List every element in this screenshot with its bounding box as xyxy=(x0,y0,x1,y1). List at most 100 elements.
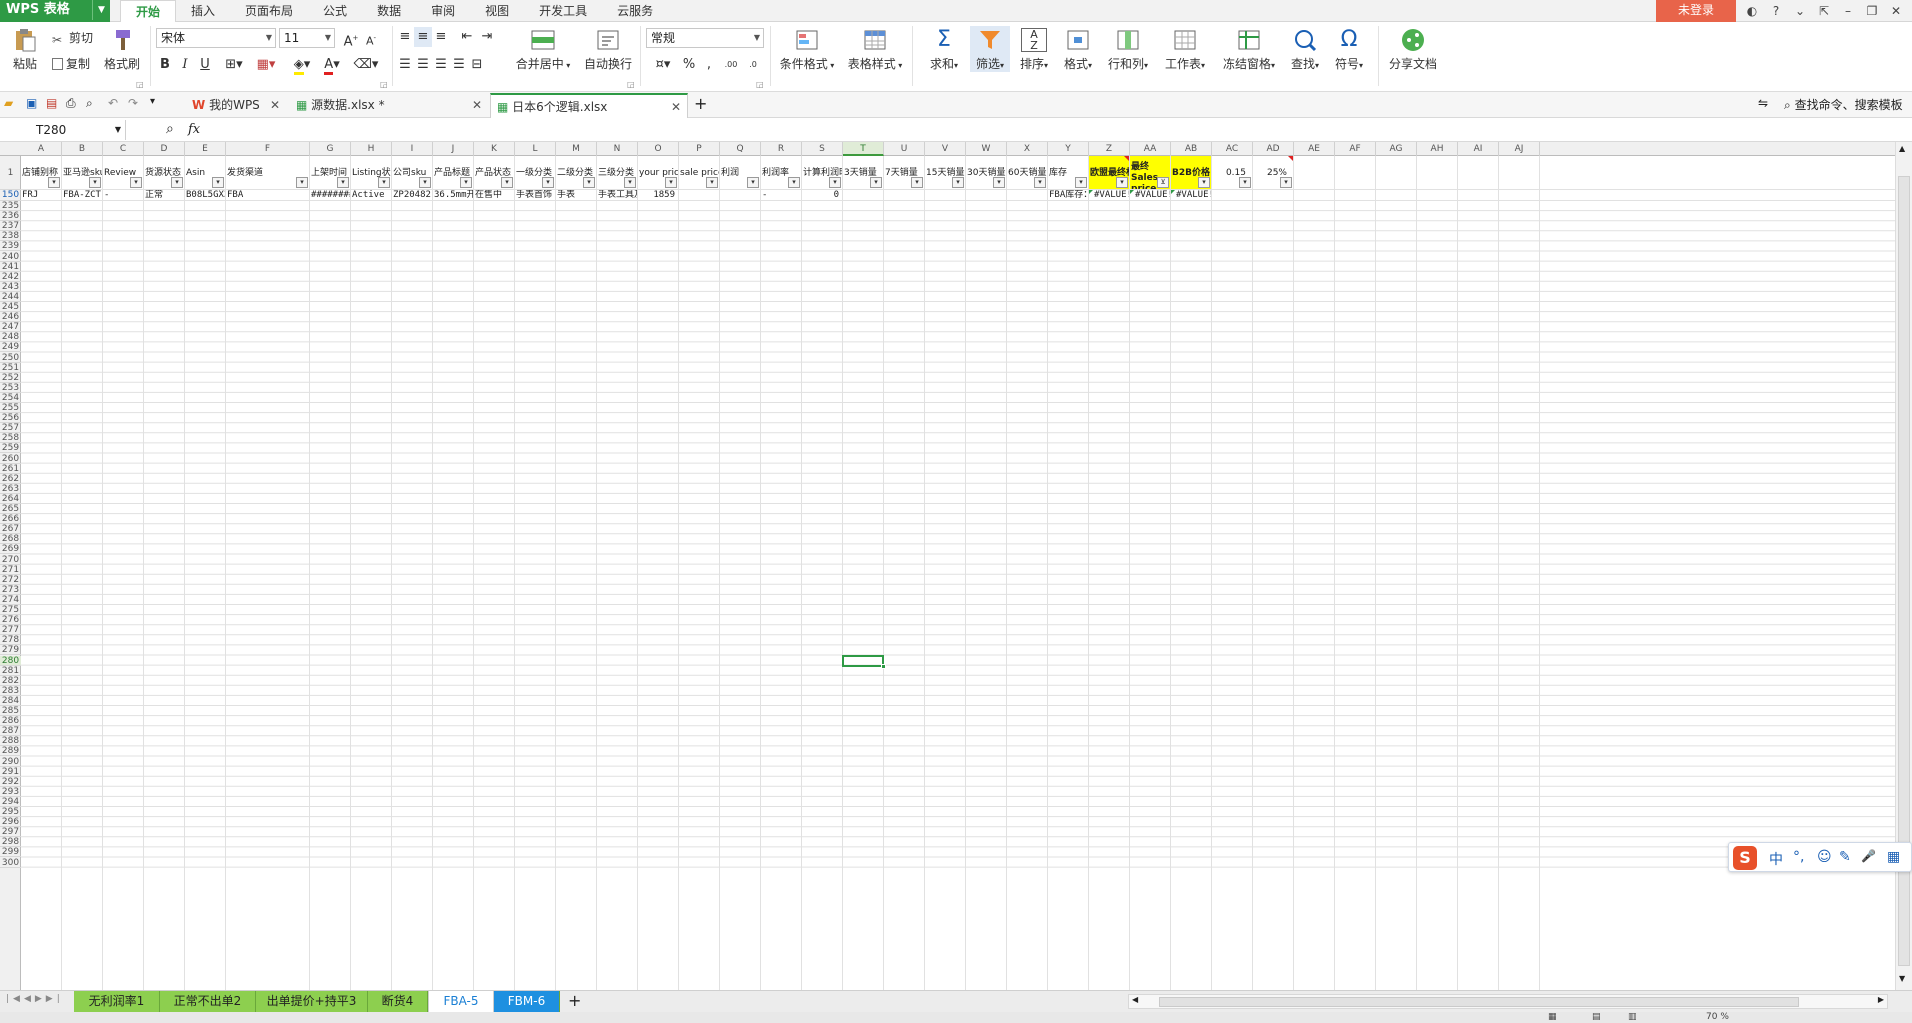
column-header[interactable]: J xyxy=(433,142,474,156)
row-header[interactable]: 295 xyxy=(0,807,21,818)
formula-input[interactable] xyxy=(220,120,1910,140)
row-header[interactable]: 263 xyxy=(0,484,21,494)
row-col-button[interactable]: 行和列▾ xyxy=(1104,26,1152,72)
data-cell[interactable]: ######### xyxy=(310,190,350,201)
fx-icon[interactable]: fx xyxy=(188,122,200,137)
row-header[interactable]: 264 xyxy=(0,494,21,504)
export-pdf-icon[interactable]: ▤ xyxy=(46,96,62,112)
row-header[interactable]: 299 xyxy=(0,847,21,858)
filter-dropdown-icon[interactable]: ▾ xyxy=(993,177,1005,188)
underline-icon[interactable]: U xyxy=(196,55,214,75)
clear-format-icon[interactable]: ⌫▾ xyxy=(352,55,380,75)
row-header[interactable]: 273 xyxy=(0,585,21,595)
row-header[interactable]: 286 xyxy=(0,716,21,727)
row-header[interactable]: 284 xyxy=(0,696,21,706)
row-header[interactable]: 241 xyxy=(0,262,21,272)
sheet-tab-out-of-stock[interactable]: 断货4 xyxy=(368,991,428,1013)
scroll-left-icon[interactable]: ◀ xyxy=(1132,995,1138,1004)
column-header[interactable]: AF xyxy=(1335,142,1376,156)
sheet-tab-raise-price[interactable]: 出单提价+持平3 xyxy=(256,991,368,1013)
data-cell[interactable]: FBA库存：10 xyxy=(1048,190,1088,201)
thousands-icon[interactable]: , xyxy=(700,55,718,75)
tab-source-data[interactable]: ▦ 源数据.xlsx * ✕ xyxy=(290,93,488,118)
conditional-format-button[interactable]: 条件格式 ▾ xyxy=(776,26,838,72)
column-header[interactable]: AH xyxy=(1417,142,1458,156)
data-cell[interactable]: 手表首饰 xyxy=(515,190,555,201)
filter-dropdown-icon[interactable]: ▾ xyxy=(1075,177,1087,188)
column-header[interactable]: G xyxy=(310,142,351,156)
sheet-tab-normal-no-order[interactable]: 正常不出单2 xyxy=(160,991,256,1013)
undo-icon[interactable]: ↶ xyxy=(108,96,124,112)
row-header[interactable]: 266 xyxy=(0,514,21,525)
worksheet-button[interactable]: 工作表▾ xyxy=(1160,26,1210,72)
row-header[interactable]: 289 xyxy=(0,746,21,757)
border-icon[interactable]: ⊞▾ xyxy=(220,55,248,75)
row-header[interactable]: 150 xyxy=(0,190,21,201)
row-header[interactable]: 300 xyxy=(0,858,21,868)
indent-decrease-icon[interactable]: ⇤ xyxy=(458,27,476,47)
column-header[interactable]: Y xyxy=(1048,142,1089,156)
freeze-panes-button[interactable]: 冻结窗格▾ xyxy=(1218,26,1280,72)
number-format-select[interactable]: 常规 ▼ xyxy=(646,28,764,48)
data-cell[interactable]: 36.5mm开表 xyxy=(433,190,473,201)
row-header[interactable]: 251 xyxy=(0,363,21,373)
row-header[interactable]: 262 xyxy=(0,474,21,484)
column-header[interactable]: K xyxy=(474,142,515,156)
tab-developer[interactable]: 开发工具 xyxy=(524,0,602,22)
login-button[interactable]: 未登录 xyxy=(1656,0,1736,22)
row-header[interactable]: 276 xyxy=(0,615,21,626)
row-header[interactable]: 293 xyxy=(0,787,21,797)
table-style-button[interactable]: 表格样式 ▾ xyxy=(844,26,906,72)
close-icon[interactable]: ✕ xyxy=(1884,0,1908,22)
row-header[interactable]: 259 xyxy=(0,443,21,454)
filter-dropdown-icon[interactable]: ▾ xyxy=(460,177,472,188)
row-header[interactable]: 294 xyxy=(0,797,21,807)
row-header[interactable]: 279 xyxy=(0,645,21,656)
filter-dropdown-icon[interactable]: ▾ xyxy=(1239,177,1251,188)
column-header[interactable]: W xyxy=(966,142,1007,156)
row-header[interactable]: 253 xyxy=(0,383,21,393)
filter-dropdown-icon[interactable]: ▾ xyxy=(1198,177,1210,188)
row-header[interactable]: 269 xyxy=(0,544,21,555)
horizontal-scroll-thumb[interactable] xyxy=(1159,997,1799,1007)
increase-decimal-icon[interactable]: .00 xyxy=(722,55,740,75)
decrease-decimal-icon[interactable]: .0 xyxy=(744,55,762,75)
symbol-button[interactable]: Ω 符号▾ xyxy=(1330,26,1368,72)
filter-dropdown-icon[interactable]: ▾ xyxy=(171,177,183,188)
row-header[interactable]: 240 xyxy=(0,252,21,262)
indent-increase-icon[interactable]: ⇥ xyxy=(478,27,496,47)
column-header[interactable]: AE xyxy=(1294,142,1335,156)
filter-dropdown-icon[interactable]: ▾ xyxy=(583,177,595,188)
save-icon[interactable]: ▣ xyxy=(26,96,42,112)
bold-icon[interactable]: B xyxy=(156,55,174,75)
row-header[interactable]: 255 xyxy=(0,403,21,414)
row-header[interactable]: 296 xyxy=(0,817,21,828)
row-header[interactable]: 265 xyxy=(0,504,21,515)
sum-button[interactable]: Σ 求和▾ xyxy=(926,26,962,72)
column-header[interactable]: AI xyxy=(1458,142,1499,156)
row-header[interactable]: 237 xyxy=(0,221,21,232)
justify-icon[interactable]: ☰ xyxy=(450,55,468,75)
column-header[interactable]: D xyxy=(144,142,185,156)
row-header[interactable]: 278 xyxy=(0,635,21,646)
column-header[interactable]: AJ xyxy=(1499,142,1540,156)
data-cell[interactable] xyxy=(884,190,924,201)
fill-handle[interactable] xyxy=(881,663,886,669)
row-header[interactable]: 288 xyxy=(0,736,21,747)
data-cell[interactable] xyxy=(925,190,965,201)
filter-dropdown-icon[interactable]: ▾ xyxy=(1280,177,1292,188)
data-cell[interactable]: #VALUE! xyxy=(1130,190,1170,201)
row-header[interactable]: 291 xyxy=(0,767,21,777)
sheet-tab-fba[interactable]: FBA-5 xyxy=(428,991,494,1013)
close-icon[interactable]: ✕ xyxy=(671,95,681,119)
tab-insert[interactable]: 插入 xyxy=(176,0,230,22)
data-cell[interactable]: #VALUE! xyxy=(1171,190,1211,201)
column-header[interactable]: AB xyxy=(1171,142,1212,156)
row-header[interactable]: 250 xyxy=(0,353,21,363)
filter-dropdown-icon[interactable]: ▾ xyxy=(706,177,718,188)
horizontal-scrollbar[interactable]: ◀ ▶ xyxy=(1128,994,1888,1009)
data-cell[interactable]: #VALUE! xyxy=(1089,190,1129,201)
column-header[interactable]: AG xyxy=(1376,142,1417,156)
align-top-icon[interactable]: ≡ xyxy=(396,27,414,47)
filter-button[interactable]: 筛选▾ xyxy=(970,26,1010,72)
